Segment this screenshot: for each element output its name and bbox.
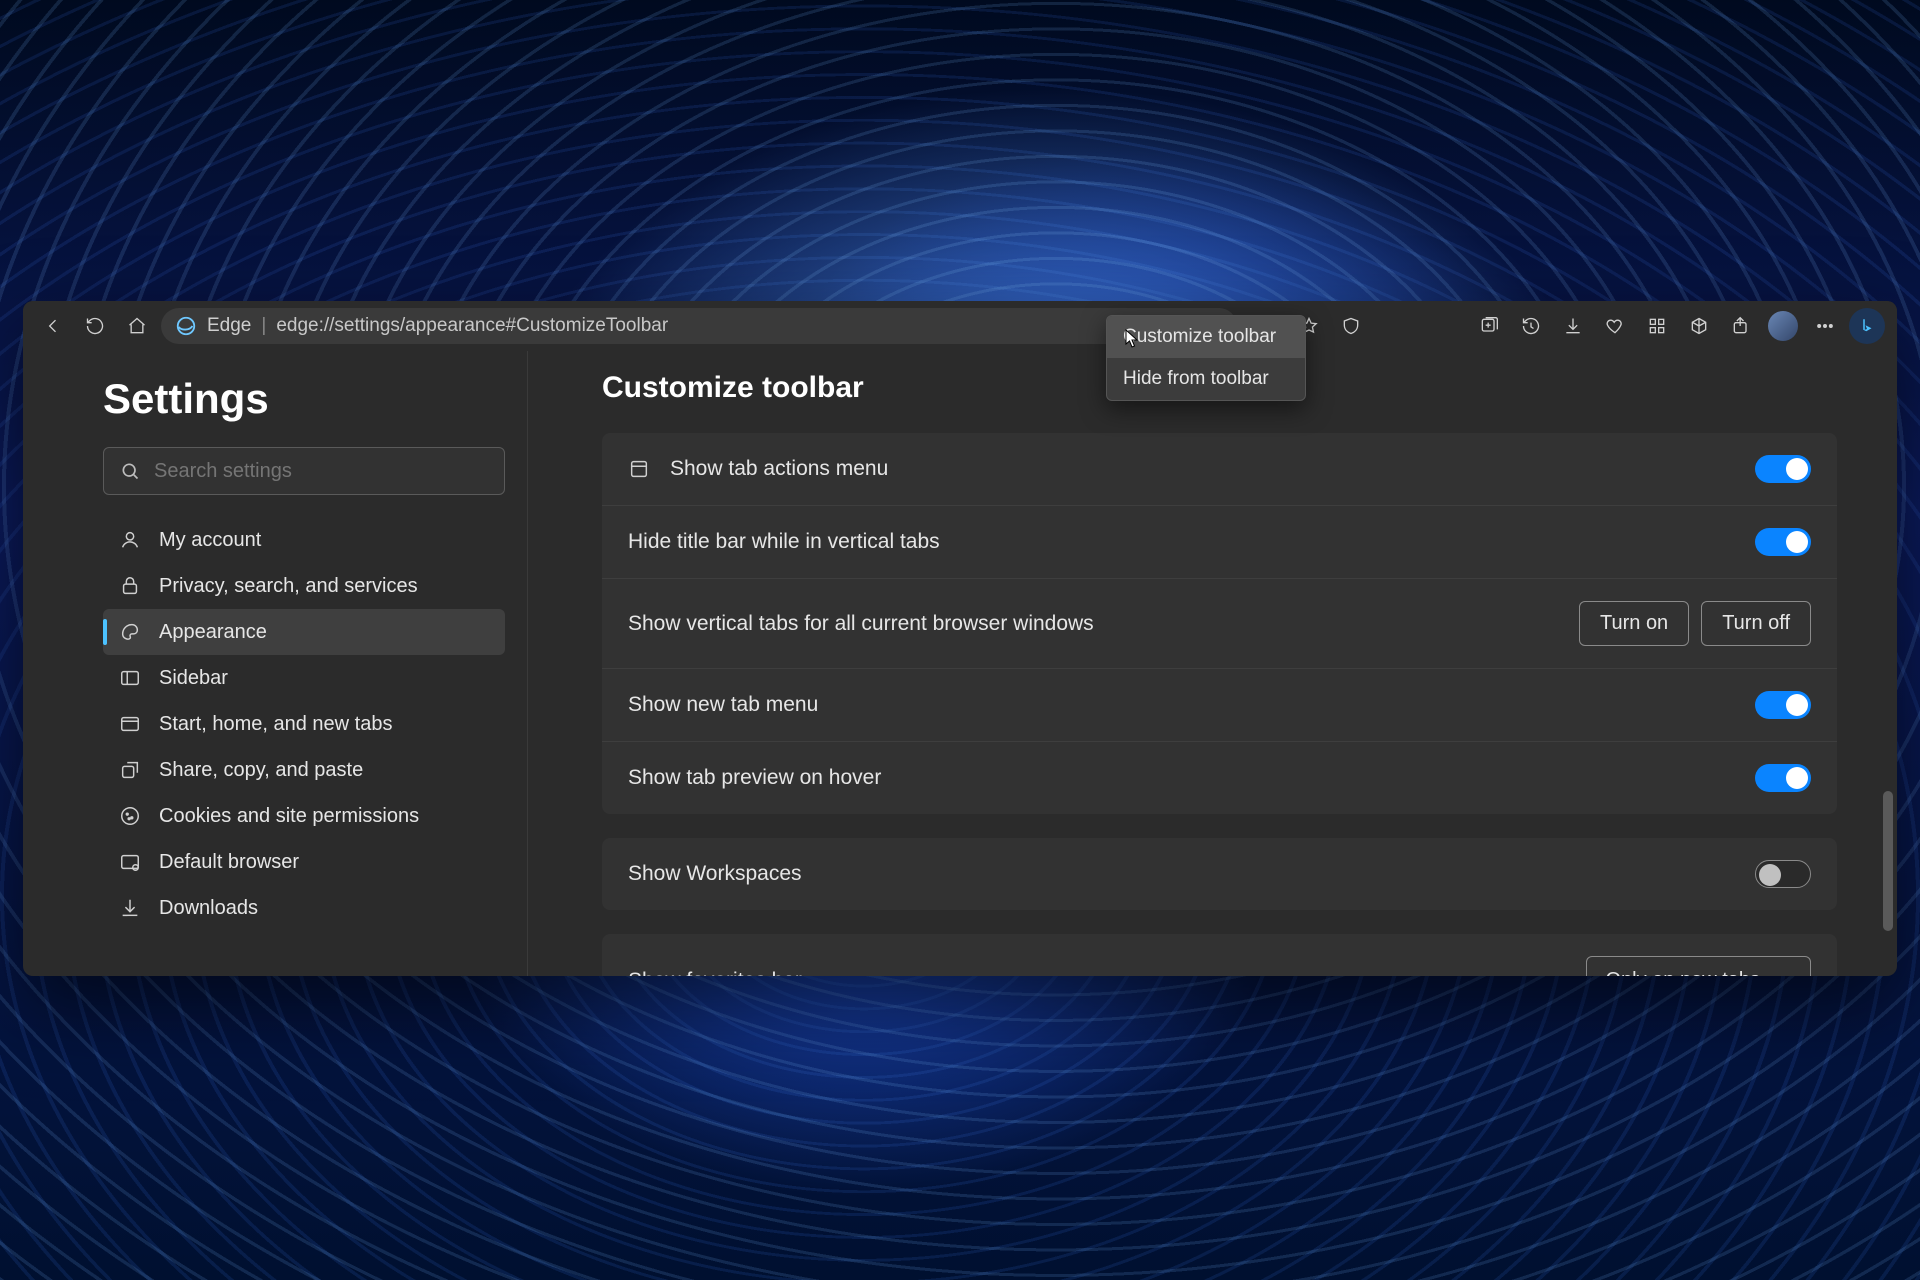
row-label: Show tab actions menu bbox=[670, 457, 888, 481]
toggle-tab-preview[interactable] bbox=[1755, 764, 1811, 792]
cursor-icon bbox=[1125, 329, 1139, 349]
nav-cookies[interactable]: Cookies and site permissions bbox=[103, 793, 505, 839]
profile-avatar[interactable] bbox=[1765, 308, 1801, 344]
history-icon[interactable] bbox=[1513, 308, 1549, 344]
lock-icon bbox=[119, 575, 141, 597]
browser-window: Edge | edge://settings/appearance#Custom… bbox=[23, 301, 1897, 976]
nav-share-copy[interactable]: Share, copy, and paste bbox=[103, 747, 505, 793]
nav-item-label: Start, home, and new tabs bbox=[159, 713, 392, 736]
bing-button[interactable] bbox=[1849, 308, 1885, 344]
search-settings[interactable] bbox=[103, 447, 505, 495]
favorites-panel: Show favorites bar Only on new tabs bbox=[602, 934, 1837, 976]
nav-appearance[interactable]: Appearance bbox=[103, 609, 505, 655]
refresh-button[interactable] bbox=[77, 308, 113, 344]
nav-item-label: Cookies and site permissions bbox=[159, 805, 419, 828]
panel-icon bbox=[119, 667, 141, 689]
nav-default-browser[interactable]: Default browser bbox=[103, 839, 505, 885]
home-button[interactable] bbox=[119, 308, 155, 344]
context-hide-from-toolbar[interactable]: Hide from toolbar bbox=[1107, 358, 1305, 400]
nav-item-label: My account bbox=[159, 529, 261, 552]
extensions-icon[interactable] bbox=[1681, 308, 1717, 344]
settings-sidebar: Settings My account Privacy, search, and… bbox=[23, 351, 528, 976]
row-tab-actions: Show tab actions menu bbox=[602, 433, 1837, 505]
nav-my-account[interactable]: My account bbox=[103, 517, 505, 563]
nav-item-label: Privacy, search, and services bbox=[159, 575, 418, 598]
tab-strip-hint-2 bbox=[1081, 301, 1171, 302]
share-icon[interactable] bbox=[1723, 308, 1759, 344]
address-url: edge://settings/appearance#CustomizeTool… bbox=[276, 315, 668, 337]
settings-title: Settings bbox=[103, 375, 505, 423]
more-menu-icon[interactable] bbox=[1807, 308, 1843, 344]
browser-toolbar: Edge | edge://settings/appearance#Custom… bbox=[23, 301, 1897, 351]
row-label: Show Workspaces bbox=[628, 862, 802, 886]
row-hide-title-bar: Hide title bar while in vertical tabs bbox=[602, 505, 1837, 578]
toolbar-right-icons bbox=[1243, 308, 1885, 344]
toolbar-options-panel: Show tab actions menu Hide title bar whi… bbox=[602, 433, 1837, 814]
turn-on-button[interactable]: Turn on bbox=[1579, 601, 1689, 646]
cookie-icon bbox=[119, 805, 141, 827]
row-label: Show tab preview on hover bbox=[628, 766, 881, 790]
nav-item-label: Share, copy, and paste bbox=[159, 759, 363, 782]
tab-actions-icon bbox=[628, 458, 650, 480]
address-protocol-label: Edge bbox=[207, 315, 251, 337]
row-new-tab-menu: Show new tab menu bbox=[602, 668, 1837, 741]
address-bar[interactable]: Edge | edge://settings/appearance#Custom… bbox=[161, 308, 1237, 344]
select-value: Only on new tabs bbox=[1605, 969, 1760, 976]
scrollbar-thumb[interactable] bbox=[1883, 791, 1893, 931]
nav-start-home[interactable]: Start, home, and new tabs bbox=[103, 701, 505, 747]
nav-item-label: Appearance bbox=[159, 621, 267, 644]
window-icon bbox=[119, 713, 141, 735]
nav-downloads[interactable]: Downloads bbox=[103, 885, 505, 931]
paint-icon bbox=[119, 621, 141, 643]
toggle-hide-title-bar[interactable] bbox=[1755, 528, 1811, 556]
toggle-tab-actions[interactable] bbox=[1755, 455, 1811, 483]
row-vertical-tabs-all: Show vertical tabs for all current brows… bbox=[602, 578, 1837, 668]
row-tab-preview: Show tab preview on hover bbox=[602, 741, 1837, 814]
nav-sidebar[interactable]: Sidebar bbox=[103, 655, 505, 701]
search-input[interactable] bbox=[154, 460, 488, 483]
toolbar-context-menu: Customize toolbar Hide from toolbar bbox=[1106, 315, 1306, 401]
heart-icon[interactable] bbox=[1597, 308, 1633, 344]
chevron-down-icon bbox=[1776, 973, 1792, 977]
row-favorites-bar: Show favorites bar Only on new tabs bbox=[602, 934, 1837, 976]
row-label: Hide title bar while in vertical tabs bbox=[628, 530, 940, 554]
person-icon bbox=[119, 529, 141, 551]
tab-strip-hint bbox=[93, 301, 353, 302]
row-workspaces: Show Workspaces bbox=[602, 838, 1837, 910]
nav-privacy[interactable]: Privacy, search, and services bbox=[103, 563, 505, 609]
favorites-bar-select[interactable]: Only on new tabs bbox=[1586, 956, 1811, 976]
default-browser-icon bbox=[119, 851, 141, 873]
address-separator: | bbox=[261, 315, 266, 337]
settings-nav: My account Privacy, search, and services… bbox=[103, 517, 505, 931]
nav-item-label: Sidebar bbox=[159, 667, 228, 690]
download-icon bbox=[119, 897, 141, 919]
search-icon bbox=[120, 461, 140, 481]
apps-icon[interactable] bbox=[1639, 308, 1675, 344]
workspaces-panel: Show Workspaces bbox=[602, 838, 1837, 910]
row-label: Show favorites bar bbox=[628, 969, 802, 977]
back-button[interactable] bbox=[35, 308, 71, 344]
shield-icon[interactable] bbox=[1333, 308, 1369, 344]
nav-item-label: Default browser bbox=[159, 851, 299, 874]
nav-item-label: Downloads bbox=[159, 897, 258, 920]
row-label: Show vertical tabs for all current brows… bbox=[628, 612, 1094, 636]
turn-off-button[interactable]: Turn off bbox=[1701, 601, 1811, 646]
toggle-new-tab-menu[interactable] bbox=[1755, 691, 1811, 719]
downloads-icon[interactable] bbox=[1555, 308, 1591, 344]
toggle-workspaces[interactable] bbox=[1755, 860, 1811, 888]
edge-icon bbox=[175, 315, 197, 337]
share-link-icon bbox=[119, 759, 141, 781]
row-label: Show new tab menu bbox=[628, 693, 818, 717]
collections-icon[interactable] bbox=[1471, 308, 1507, 344]
settings-main: Customize toolbar Show tab actions menu … bbox=[528, 351, 1897, 976]
